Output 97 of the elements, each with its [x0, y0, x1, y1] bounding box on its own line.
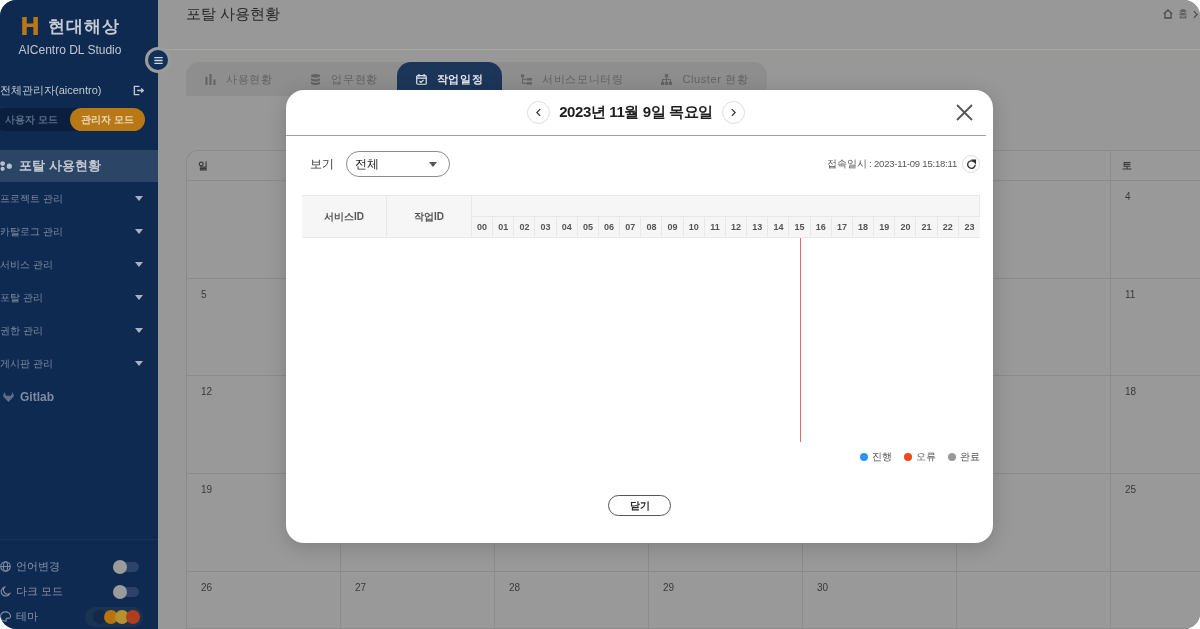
nav-item[interactable]: 게시판 관리 [0, 347, 158, 380]
chevron-right-icon [1193, 9, 1198, 19]
column-header: 작업ID [387, 196, 472, 238]
nav-item[interactable]: 카탈로그 관리 [0, 215, 158, 248]
nav-item[interactable]: 프로젝트 관리 [0, 182, 158, 215]
dots-icon [0, 161, 12, 171]
caret-down-icon [429, 161, 437, 167]
theme-swatch[interactable] [126, 609, 140, 624]
nav-item[interactable]: 포탈 관리 [0, 281, 158, 314]
modal-title: 2023년 11월 9일 목요일 [559, 103, 713, 122]
mode-option[interactable]: 사용자 모드 [0, 108, 70, 131]
calendar-check-icon [415, 73, 427, 85]
refresh-icon [965, 158, 977, 170]
access-time: 접속일시 : 2023-11-09 15:18:11 [827, 157, 957, 171]
hour-header: 13 [747, 217, 769, 238]
user-name: 전체관리자(aicentro) [0, 83, 102, 98]
toggle-switch[interactable] [113, 584, 139, 599]
hierarchy-icon [521, 73, 533, 85]
hour-header: 04 [556, 217, 578, 238]
caret-down-icon [135, 196, 143, 201]
next-day-button[interactable] [721, 101, 745, 124]
page-title: 포탈 사용현황 [186, 4, 281, 24]
view-select[interactable]: 전체 [346, 151, 450, 177]
legend-label: 진행 [872, 449, 892, 464]
calendar-day[interactable]: 26 [187, 571, 341, 629]
nav-item[interactable]: Gitlab [0, 380, 158, 413]
legend-label: 완료 [960, 449, 980, 464]
calendar-day[interactable]: 28 [495, 571, 649, 629]
setting-label: 테마 [16, 609, 39, 624]
close-icon[interactable] [956, 104, 973, 121]
theme-swatch[interactable] [93, 609, 107, 624]
previous-day-button[interactable] [527, 101, 551, 124]
hour-header: 07 [620, 217, 642, 238]
caret-down-icon [135, 328, 143, 333]
column-header: 서비스ID [302, 196, 387, 238]
moon-icon [0, 586, 11, 597]
weekday-header: 토 [1111, 151, 1200, 181]
hour-header: 12 [726, 217, 748, 238]
hour-header: 08 [641, 217, 663, 238]
caret-down-icon [135, 295, 143, 300]
filter-label: 보기 [310, 155, 334, 173]
hour-header: 06 [599, 217, 621, 238]
close-button[interactable]: 닫기 [608, 495, 671, 516]
hour-header: 14 [768, 217, 790, 238]
hour-header: 11 [704, 217, 726, 238]
hour-header: 23 [958, 217, 980, 238]
nav-item[interactable]: 서비스 관리 [0, 248, 158, 281]
mode-option[interactable]: 관리자 모드 [69, 108, 145, 131]
toggle-switch[interactable] [113, 559, 139, 574]
home-icon[interactable] [1163, 9, 1173, 19]
fox-icon [3, 391, 14, 402]
hour-header: 17 [831, 217, 853, 238]
theme-swatch[interactable] [115, 609, 129, 624]
hour-header: 20 [895, 217, 917, 238]
calendar-day[interactable]: 27 [341, 571, 495, 629]
breadcrumb-link[interactable]: 홈 [1178, 7, 1188, 21]
menu-icon [153, 56, 163, 64]
nav-item[interactable]: 권한 관리 [0, 314, 158, 347]
hour-header: 00 [472, 217, 494, 238]
hour-header: 15 [789, 217, 811, 238]
chevron-left-icon [536, 108, 542, 117]
hour-header: 10 [683, 217, 705, 238]
calendar-day[interactable]: 18 [1111, 376, 1200, 475]
product-name: AICentro DL Studio [18, 43, 122, 57]
theme-swatch[interactable] [104, 609, 118, 624]
globe-icon [0, 561, 11, 572]
hour-header: 18 [853, 217, 875, 238]
sitemap-icon [661, 73, 673, 85]
hour-header: 22 [937, 217, 959, 238]
setting-label: 다크 모드 [16, 584, 65, 599]
hour-header: 19 [874, 217, 896, 238]
calendar-day[interactable]: 11 [1111, 278, 1200, 377]
calendar-day[interactable]: 4 [1111, 181, 1200, 279]
hour-header: 09 [662, 217, 684, 238]
caret-down-icon [135, 229, 143, 234]
database-icon [310, 73, 322, 85]
hour-header: 02 [514, 217, 536, 238]
hour-header: 21 [916, 217, 938, 238]
caret-down-icon [135, 262, 143, 267]
nav-item[interactable]: 포탈 사용현황 [0, 150, 158, 182]
calendar-day[interactable]: 30 [803, 571, 957, 629]
hour-header: 01 [493, 217, 515, 238]
caret-down-icon [135, 361, 143, 366]
logout-icon[interactable] [133, 84, 144, 96]
brand-name: 현대해상 [48, 16, 121, 38]
setting-label: 언어변경 [16, 559, 61, 574]
hour-header: 16 [810, 217, 832, 238]
chevron-right-icon [730, 108, 736, 117]
refresh-button[interactable] [962, 155, 980, 173]
legend-label: 오류 [916, 449, 936, 464]
palette-icon [0, 611, 11, 622]
hour-header: 05 [577, 217, 599, 238]
bar-chart-icon [205, 73, 216, 85]
calendar-day[interactable]: 29 [649, 571, 803, 629]
brand-logo: H [19, 16, 41, 38]
calendar-day[interactable]: 25 [1111, 474, 1200, 572]
hour-header: 03 [535, 217, 557, 238]
